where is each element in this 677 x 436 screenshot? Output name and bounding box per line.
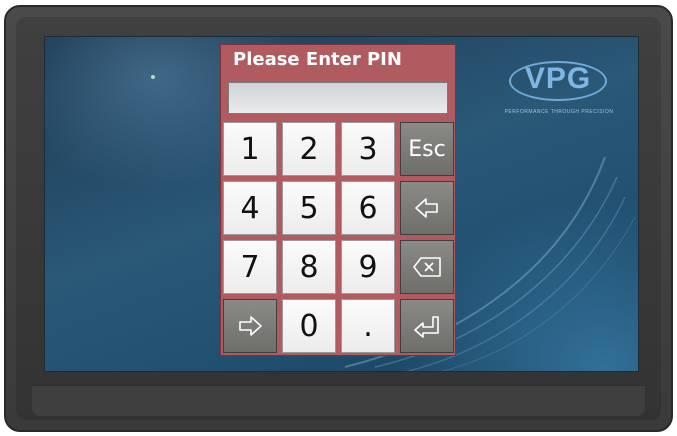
logo-tagline: PERFORMANCE THROUGH PRECISION: [504, 109, 614, 115]
key-6[interactable]: 6: [341, 181, 395, 235]
enter-icon: [414, 316, 439, 338]
key-9[interactable]: 9: [341, 240, 395, 294]
key-2[interactable]: 2: [282, 122, 336, 176]
pin-input-field[interactable]: [228, 82, 448, 114]
key-0[interactable]: 0: [282, 299, 336, 353]
cursor-right-button[interactable]: [223, 299, 277, 353]
vpg-logo: VPG PERFORMANCE THROUGH PRECISION: [503, 57, 613, 117]
bezel-bottom-bar: [32, 385, 645, 416]
backspace-button[interactable]: [400, 240, 454, 294]
key-1[interactable]: 1: [223, 122, 277, 176]
keypad: 1 2 3 Esc 4 5 6 7 8 9 0 .: [223, 122, 455, 354]
enter-button[interactable]: [400, 299, 454, 353]
pin-entry-dialog: Please Enter PIN 1 2 3 Esc 4 5 6 7 8 9 0…: [220, 44, 456, 356]
logo-text: VPG: [524, 62, 592, 95]
key-decimal[interactable]: .: [341, 299, 395, 353]
backspace-icon: [413, 257, 441, 277]
left-arrow-icon: [415, 198, 438, 218]
dialog-title: Please Enter PIN: [233, 49, 402, 70]
key-8[interactable]: 8: [282, 240, 336, 294]
cursor-left-button[interactable]: [400, 181, 454, 235]
right-arrow-icon: [239, 316, 262, 336]
key-3[interactable]: 3: [341, 122, 395, 176]
key-4[interactable]: 4: [223, 181, 277, 235]
esc-button[interactable]: Esc: [400, 122, 454, 176]
key-7[interactable]: 7: [223, 240, 277, 294]
key-5[interactable]: 5: [282, 181, 336, 235]
